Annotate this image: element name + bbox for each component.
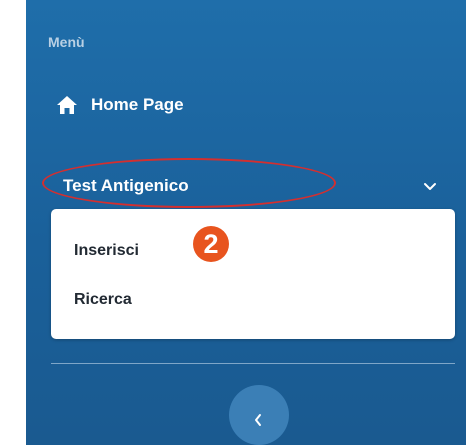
- submenu: Inserisci 2 Ricerca: [51, 209, 455, 339]
- submenu-item-inserisci[interactable]: Inserisci: [74, 242, 139, 260]
- submenu-item-ricerca[interactable]: Ricerca: [74, 291, 132, 309]
- chevron-down-icon[interactable]: [423, 179, 437, 197]
- sidebar-item-home[interactable]: Home Page: [56, 93, 184, 117]
- sidebar-item-home-label: Home Page: [91, 95, 184, 114]
- sidebar: Menù Home Page Test Antigenico Inserisci…: [26, 0, 466, 445]
- step-badge: 2: [193, 226, 229, 262]
- home-icon: [56, 95, 78, 115]
- divider: [51, 363, 455, 364]
- chevron-left-icon: [255, 414, 261, 426]
- collapse-sidebar-button[interactable]: [229, 385, 289, 445]
- menu-heading: Menù: [48, 34, 85, 50]
- section-title: Test Antigenico: [63, 176, 189, 195]
- section-test-antigenico[interactable]: Test Antigenico: [26, 168, 466, 204]
